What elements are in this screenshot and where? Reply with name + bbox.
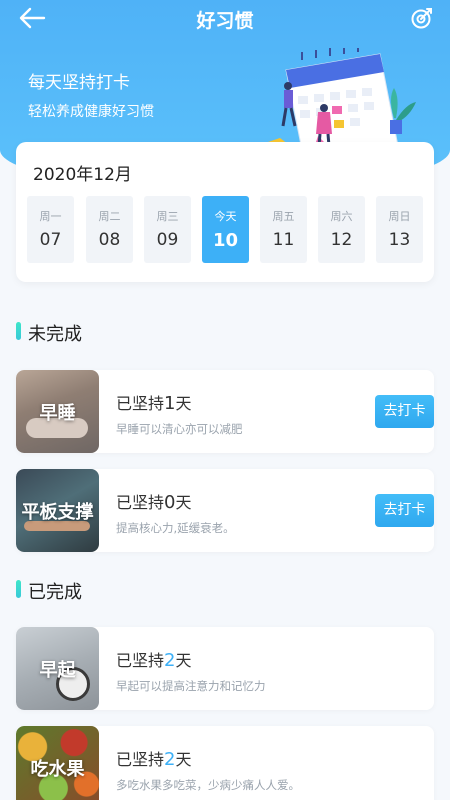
habit-description: 早起可以提高注意力和记忆力 (116, 679, 266, 693)
streak-days: 0 (164, 492, 176, 513)
date-label: 11 (272, 230, 295, 250)
day-cell-mon[interactable]: 周一 07 (27, 196, 74, 263)
habit-description: 多吃水果多吃菜，少病少痛人人爱。 (116, 778, 300, 792)
date-label: 10 (212, 230, 239, 251)
habit-thumbnail-label: 早起 (39, 660, 76, 681)
habit-thumbnail: 早睡 (16, 370, 99, 453)
habit-thumbnail-label: 平板支撑 (21, 502, 94, 523)
slogan-sub: 轻松养成健康好习惯 (28, 104, 154, 120)
habit-card-plank[interactable]: 平板支撑 已坚持0天 提高核心力,延缓衰老。 去打卡 (16, 469, 434, 552)
weekday-label: 周日 (388, 210, 411, 223)
checkin-button[interactable]: 去打卡 (375, 494, 434, 527)
page-title: 好习惯 (196, 10, 254, 32)
habit-thumbnail-label: 早睡 (39, 403, 76, 424)
streak-prefix: 已坚持 (116, 651, 165, 670)
checkin-button[interactable]: 去打卡 (375, 395, 434, 428)
habit-description: 早睡可以清心亦可以减肥 (116, 422, 243, 436)
streak-text: 已坚持2天 (116, 746, 191, 770)
section-title: 已完成 (28, 582, 82, 603)
streak-days: 1 (164, 393, 176, 414)
weekday-label: 周一 (39, 210, 62, 223)
streak-text: 已坚持2天 (116, 647, 191, 671)
top-bar: 好习惯 (0, 0, 450, 36)
slogan-main: 每天坚持打卡 (28, 73, 130, 93)
streak-suffix: 天 (175, 394, 192, 413)
streak-suffix: 天 (175, 651, 192, 670)
weekday-label: 今天 (214, 210, 237, 223)
weekday-label: 周五 (272, 210, 295, 223)
month-label: 2020年12月 (33, 165, 132, 185)
day-cell-today[interactable]: 今天 10 (202, 196, 249, 263)
week-calendar-card: 2020年12月 周一 07 周二 08 周三 09 今天 10 周五 11 周… (16, 142, 434, 282)
streak-days: 2 (164, 650, 176, 671)
habit-card-wake-early[interactable]: 早起 已坚持2天 早起可以提高注意力和记忆力 (16, 627, 434, 710)
weekday-label: 周六 (330, 210, 353, 223)
day-cell-wed[interactable]: 周三 09 (144, 196, 191, 263)
date-label: 08 (98, 230, 121, 250)
habit-card-sleep-early[interactable]: 早睡 已坚持1天 早睡可以清心亦可以减肥 去打卡 (16, 370, 434, 453)
checkin-target-icon[interactable] (410, 6, 434, 30)
streak-prefix: 已坚持 (116, 493, 165, 512)
section-accent-bar (16, 322, 21, 340)
day-cell-fri[interactable]: 周五 11 (260, 196, 307, 263)
habit-thumbnail: 吃水果 (16, 726, 99, 800)
date-label: 13 (388, 230, 411, 250)
date-label: 12 (330, 230, 353, 250)
habit-thumbnail: 平板支撑 (16, 469, 99, 552)
streak-text: 已坚持1天 (116, 390, 191, 414)
day-cell-tue[interactable]: 周二 08 (86, 196, 133, 263)
streak-suffix: 天 (175, 750, 192, 769)
streak-text: 已坚持0天 (116, 489, 191, 513)
day-cell-sat[interactable]: 周六 12 (318, 196, 365, 263)
streak-prefix: 已坚持 (116, 394, 165, 413)
streak-suffix: 天 (175, 493, 192, 512)
weekday-label: 周三 (156, 210, 179, 223)
section-title: 未完成 (28, 324, 82, 345)
habit-thumbnail-label: 吃水果 (30, 759, 85, 780)
habit-card-eat-fruit[interactable]: 吃水果 已坚持2天 多吃水果多吃菜，少病少痛人人爱。 (16, 726, 434, 800)
streak-days: 2 (164, 749, 176, 770)
streak-prefix: 已坚持 (116, 750, 165, 769)
date-label: 07 (39, 230, 62, 250)
section-accent-bar (16, 580, 21, 598)
date-label: 09 (156, 230, 179, 250)
habit-thumbnail: 早起 (16, 627, 99, 710)
habit-description: 提高核心力,延缓衰老。 (116, 521, 235, 535)
weekday-label: 周二 (98, 210, 121, 223)
day-cell-sun[interactable]: 周日 13 (376, 196, 423, 263)
